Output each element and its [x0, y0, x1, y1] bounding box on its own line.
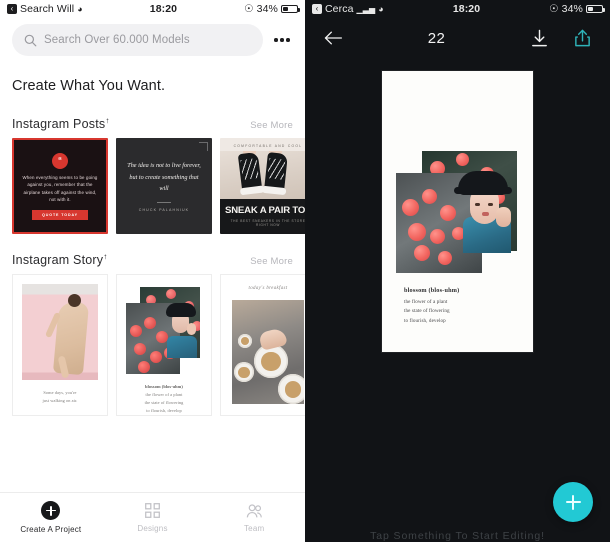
battery-percent: 34%	[256, 3, 278, 15]
divider	[157, 201, 171, 203]
caption-line: the flower of a plant	[404, 299, 448, 305]
caption-line: to flourish, develop	[404, 317, 446, 324]
caption-line: Some days, you're	[43, 390, 77, 396]
caption-title: blossom (blos-uhm)	[404, 287, 460, 294]
alarm-icon: ☉	[549, 3, 559, 15]
grid-designs-icon	[145, 503, 160, 518]
fashion-photo	[22, 284, 98, 381]
card-kicker-text: today's breakfast	[248, 286, 288, 292]
battery-icon	[586, 4, 605, 14]
template-card-quote-dark[interactable]: The idea is not to live forever, but to …	[116, 138, 212, 235]
status-bar-left: ‹ Search Will ◕ 18:20 ☉ 34%	[0, 0, 305, 18]
tab-label: Designs	[137, 524, 168, 533]
see-more-posts-link[interactable]: See More	[250, 120, 293, 131]
card-title-text: SNEAK A PAIR TODAY	[225, 205, 305, 217]
carrier-label: Cerca	[325, 3, 354, 15]
more-options-icon[interactable]	[271, 29, 293, 51]
status-right-group: ☉ 34%	[549, 3, 605, 15]
tab-label: Create A Project	[20, 525, 82, 534]
battery-percent: 34%	[561, 3, 583, 15]
editor-toolbar: 22	[305, 18, 610, 58]
template-card-blossom[interactable]: blossom (blos-uhm) the flower of a plant…	[116, 274, 212, 417]
status-time: 18:20	[452, 3, 481, 15]
status-left-group: ‹ Search Will ◕	[7, 3, 83, 15]
section-badge-icon: ↑	[105, 116, 110, 125]
caption-line: to flourish, develop	[146, 408, 182, 414]
status-right-group: ☉ 34%	[244, 3, 300, 15]
caption-line: just walking on air.	[42, 398, 78, 404]
see-more-story-link[interactable]: See More	[250, 256, 293, 267]
alarm-icon: ☉	[244, 3, 254, 15]
canvas-collage[interactable]	[396, 151, 519, 273]
instagram-posts-carousel[interactable]: “ When everything seems to be going agai…	[0, 138, 305, 235]
share-icon[interactable]	[573, 29, 592, 48]
template-card-quote-red[interactable]: “ When everything seems to be going agai…	[12, 138, 108, 235]
status-back-icon: ‹	[312, 4, 322, 14]
section-badge-icon: ↑	[103, 252, 108, 262]
search-input[interactable]: Search Over 60.000 Models	[12, 24, 263, 56]
download-icon[interactable]	[530, 29, 549, 48]
caption-line: the state of flowering	[144, 400, 184, 405]
caption-line: the flower of a plant	[145, 391, 183, 397]
tab-team[interactable]: Team	[203, 503, 305, 533]
add-element-button[interactable]	[553, 482, 593, 522]
template-card-sneakers[interactable]: COMFORTABLE AND COOL SNEAK A PAIR TODAY …	[220, 138, 305, 235]
section-title: Instagram Story↑	[12, 252, 108, 268]
template-count: 22	[427, 29, 446, 47]
status-time: 18:20	[149, 3, 178, 15]
editor-screen-pane: ‹ Cerca ▁▃▅ ◕ 18:20 ☉ 34% 22 blossom (bl…	[305, 0, 610, 542]
sneaker-photo	[220, 151, 305, 200]
tab-designs[interactable]: Designs	[102, 502, 204, 533]
search-placeholder: Search Over 60.000 Models	[44, 34, 190, 46]
card-cta-button: QUOTE TODAY	[32, 209, 88, 220]
corner-rule-decoration	[199, 142, 208, 152]
card-kicker-text: COMFORTABLE AND COOL	[233, 144, 303, 149]
section-header-instagram-story: Instagram Story↑ See More	[0, 234, 305, 274]
card-caption: blossom (blos-uhm) the flower of a plant…	[117, 374, 211, 416]
portrait-photo[interactable]	[454, 171, 513, 253]
people-team-icon	[246, 503, 262, 517]
status-left-group: ‹ Cerca ▁▃▅ ◕	[312, 3, 384, 15]
caption-title: blossom (blos-uhm)	[145, 383, 183, 389]
card-author-text: CHUCK PALAHNIUK	[138, 207, 190, 212]
page-title: Create What You Want.	[12, 78, 166, 94]
carrier-label: Search Will	[20, 3, 75, 15]
instagram-story-carousel[interactable]: Some days, you're just walking on air. b…	[0, 274, 305, 417]
search-icon	[24, 34, 37, 46]
canvas-area[interactable]: blossom (blos-uhm) the flower of a plant…	[305, 58, 610, 504]
signal-bars-icon: ▁▃▅	[356, 4, 376, 14]
blossom-photo	[126, 287, 202, 374]
card-title-band: SNEAK A PAIR TODAY THE BEST SNEAKERS IN …	[220, 199, 305, 235]
card-quote-text: The idea is not to live forever, but to …	[127, 162, 201, 193]
section-title: Instagram Posts↑	[12, 116, 110, 132]
card-caption: Some days, you're just walking on air.	[13, 380, 107, 405]
canvas-caption-block[interactable]: blossom (blos-uhm) the flower of a plant…	[382, 287, 533, 326]
section-header-instagram-posts: Instagram Posts↑ See More	[0, 98, 305, 138]
tab-label: Team	[243, 523, 265, 533]
caption-line: the state of flowering	[404, 308, 450, 315]
home-screen-pane: ‹ Search Will ◕ 18:20 ☉ 34% Search Over …	[0, 0, 305, 542]
back-arrow-icon[interactable]	[323, 30, 343, 46]
search-row: Search Over 60.000 Models	[0, 18, 305, 64]
status-bar-right: ‹ Cerca ▁▃▅ ◕ 18:20 ☉ 34%	[305, 0, 610, 18]
dual-phone-screenshot: ‹ Search Will ◕ 18:20 ☉ 34% Search Over …	[0, 0, 610, 542]
plus-circle-icon	[41, 501, 61, 520]
tab-create-a-project[interactable]: Create A Project	[0, 501, 102, 534]
card-subtitle-text: THE BEST SNEAKERS IN THE STORE RIGHT NOW	[230, 219, 305, 228]
quote-mark-icon: “	[52, 152, 68, 169]
battery-icon	[281, 4, 300, 14]
status-back-icon: ‹	[7, 4, 17, 14]
design-canvas[interactable]: blossom (blos-uhm) the flower of a plant…	[382, 71, 533, 352]
bottom-tab-bar: Create A Project Designs Team	[0, 492, 305, 542]
breakfast-photo	[232, 300, 304, 405]
template-card-fashion[interactable]: Some days, you're just walking on air.	[12, 274, 108, 417]
template-card-breakfast[interactable]: today's breakfast	[220, 274, 305, 417]
card-body-text: When everything seems to be going agains…	[22, 174, 98, 203]
